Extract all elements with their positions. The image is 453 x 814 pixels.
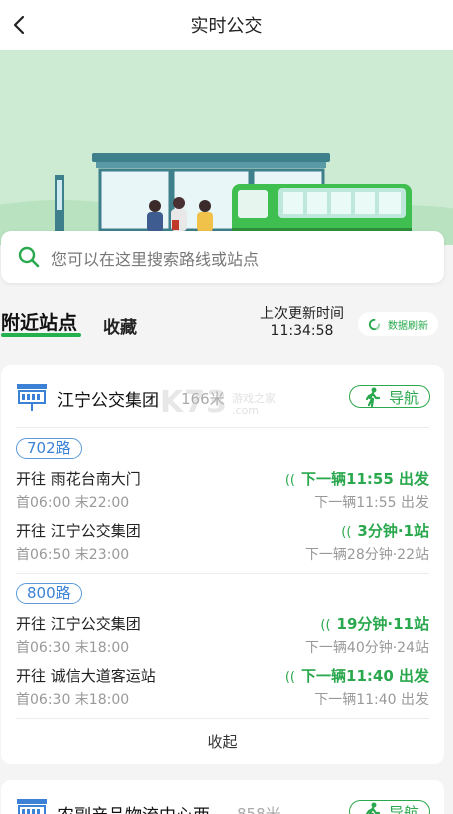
bus-stop-icon — [17, 384, 47, 411]
stop-distance: 166米 — [181, 390, 225, 408]
search-icon — [18, 246, 40, 268]
direction-service-hours: 首06:30 末18:00 — [16, 692, 130, 708]
stop-card: 江宁公交集团 166米 导航 702路 开往 雨花台南大门 首06:00 末22… — [1, 365, 444, 764]
direction-service-hours: 首06:50 末23:00 — [16, 547, 130, 563]
last-update-label: 上次更新时间 — [260, 306, 344, 322]
next-arrival: 下一辆28分钟·22站 — [304, 547, 429, 563]
divider — [16, 718, 429, 719]
next-arrival: 下一辆40分钟·24站 — [304, 640, 429, 656]
tab-nearby-stops[interactable]: 附近站点 — [1, 308, 77, 335]
tab-favorites[interactable]: 收藏 — [103, 313, 137, 338]
last-update-time: 11:34:58 — [270, 323, 334, 339]
direction-destination: 开往 雨花台南大门 — [16, 470, 141, 488]
stop-header[interactable]: 农副产品物流中心西 858米 导航 — [1, 780, 444, 814]
direction-row[interactable]: 开往 江宁公交集团 首06:30 末18:00 (( 19分钟·11站 下一辆40… — [1, 613, 444, 665]
stop-card: 农副产品物流中心西 858米 导航 — [1, 780, 444, 814]
walking-icon — [365, 387, 381, 407]
navigate-label: 导航 — [389, 804, 420, 814]
divider — [16, 573, 429, 574]
refresh-button[interactable]: 数据刷新 — [358, 312, 438, 336]
search-placeholder: 您可以在这里搜索路线或站点 — [51, 250, 260, 269]
refresh-label: 数据刷新 — [388, 321, 428, 332]
direction-service-hours: 首06:30 末18:00 — [16, 640, 130, 656]
bus-stop-icon — [17, 799, 47, 814]
direction-destination: 开往 江宁公交集团 — [16, 522, 141, 540]
tabs-row: 附近站点 收藏 上次更新时间 11:34:58 数据刷新 — [0, 300, 453, 350]
stop-distance: 858米 — [237, 805, 281, 814]
active-tab-indicator — [1, 333, 81, 337]
signal-icon: (( — [320, 618, 331, 633]
signal-icon: (( — [341, 525, 352, 540]
stop-header[interactable]: 江宁公交集团 166米 导航 — [1, 365, 444, 425]
navigate-button[interactable]: 导航 — [349, 800, 430, 814]
live-arrival: (( 下一辆11:55 出发 — [285, 468, 429, 489]
route-badge[interactable]: 702路 — [16, 438, 82, 459]
stop-name: 农副产品物流中心西 — [57, 801, 210, 814]
live-arrival-text: 3分钟·1站 — [357, 522, 429, 540]
last-update: 上次更新时间 11:34:58 — [256, 306, 348, 340]
live-arrival-text: 下一辆11:55 出发 — [301, 470, 429, 488]
live-arrival: (( 下一辆11:40 出发 — [285, 665, 429, 686]
stop-name: 江宁公交集团 — [57, 391, 159, 411]
direction-service-hours: 首06:00 末22:00 — [16, 495, 130, 511]
divider — [16, 427, 429, 428]
page-title: 实时公交 — [190, 16, 263, 37]
signal-icon: (( — [284, 670, 296, 685]
navigate-label: 导航 — [389, 389, 420, 407]
hero-illustration — [0, 50, 453, 245]
direction-destination: 开往 江宁公交集团 — [16, 615, 141, 633]
next-arrival: 下一辆11:40 出发 — [314, 692, 429, 708]
top-bar: 实时公交 — [0, 0, 453, 50]
live-arrival: (( 19分钟·11站 — [320, 613, 429, 634]
search-bar[interactable]: 您可以在这里搜索路线或站点 — [1, 231, 444, 283]
direction-row[interactable]: 开往 诚信大道客运站 首06:30 末18:00 (( 下一辆11:40 出发 下… — [1, 665, 444, 717]
live-arrival-text: 19分钟·11站 — [336, 615, 429, 633]
refresh-icon — [368, 318, 381, 331]
live-arrival: (( 3分钟·1站 — [341, 520, 429, 541]
live-arrival-text: 下一辆11:40 出发 — [301, 667, 429, 685]
route-badge[interactable]: 800路 — [16, 583, 82, 604]
direction-row[interactable]: 开往 雨花台南大门 首06:00 末22:00 (( 下一辆11:55 出发 下一… — [1, 468, 444, 520]
signal-icon: (( — [284, 473, 296, 488]
collapse-button[interactable]: 收起 — [1, 731, 444, 752]
direction-row[interactable]: 开往 江宁公交集团 首06:50 末23:00 (( 3分钟·1站 下一辆28分钟… — [1, 520, 444, 572]
next-arrival: 下一辆11:55 出发 — [314, 495, 429, 511]
walking-icon — [365, 802, 381, 814]
direction-destination: 开往 诚信大道客运站 — [16, 667, 156, 685]
navigate-button[interactable]: 导航 — [349, 385, 430, 408]
